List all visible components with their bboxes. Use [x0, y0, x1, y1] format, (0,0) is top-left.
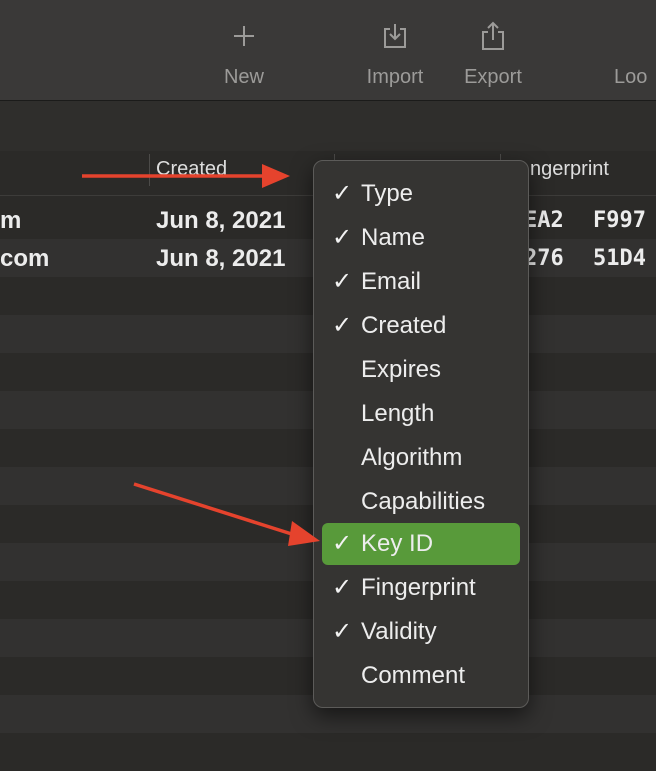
- arrow-to-key-id-icon: [133, 482, 320, 546]
- arrow-to-menu-icon: [82, 164, 290, 188]
- annotation-arrows: [82, 164, 320, 546]
